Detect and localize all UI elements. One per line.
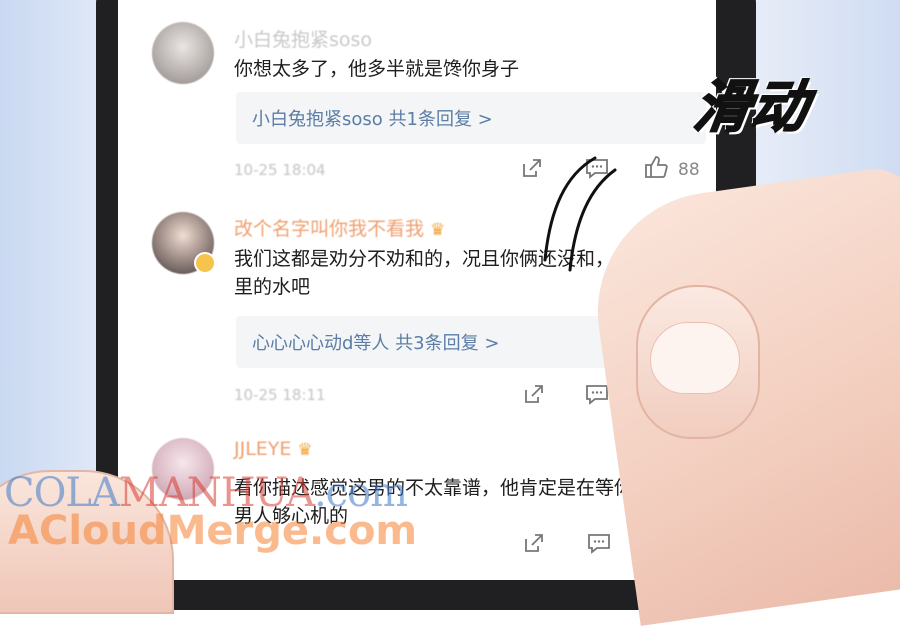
reply-summary-text: 心心心心动d等人 共3条回复 >: [252, 333, 500, 354]
share-icon[interactable]: [522, 531, 546, 560]
vip-badge-icon: [194, 252, 216, 274]
swipe-motion-lines: [543, 156, 617, 272]
vip-crown-icon: ♛: [297, 440, 313, 460]
comment-icon[interactable]: [586, 531, 612, 560]
watermark-acloudmerge: ACloudMerge.com: [8, 508, 418, 554]
comment-time: 10-25 18:04: [234, 161, 326, 179]
share-icon[interactable]: [522, 382, 546, 411]
thumbs-up-icon[interactable]: [643, 154, 669, 185]
comment-time: 10-25 18:11: [234, 386, 326, 404]
reply-summary[interactable]: 小白兔抱紧soso 共1条回复 >: [236, 92, 706, 144]
thumb-nail: [650, 322, 740, 394]
comment-username[interactable]: JJLEYE ♛: [234, 438, 313, 460]
avatar[interactable]: [152, 22, 214, 84]
comment-icon[interactable]: [584, 382, 610, 411]
comment-text: 你想太多了，他多半就是馋你身子: [234, 58, 520, 80]
comment-username[interactable]: 小白兔抱紧soso: [234, 25, 372, 52]
slide-label: 滑动: [689, 74, 814, 141]
reply-summary-text: 小白兔抱紧soso 共1条回复 >: [252, 109, 493, 130]
comment-username[interactable]: 改个名字叫你我不看我 ♛: [234, 214, 445, 241]
vip-crown-icon: ♛: [430, 220, 446, 240]
like-count: 88: [678, 160, 700, 180]
